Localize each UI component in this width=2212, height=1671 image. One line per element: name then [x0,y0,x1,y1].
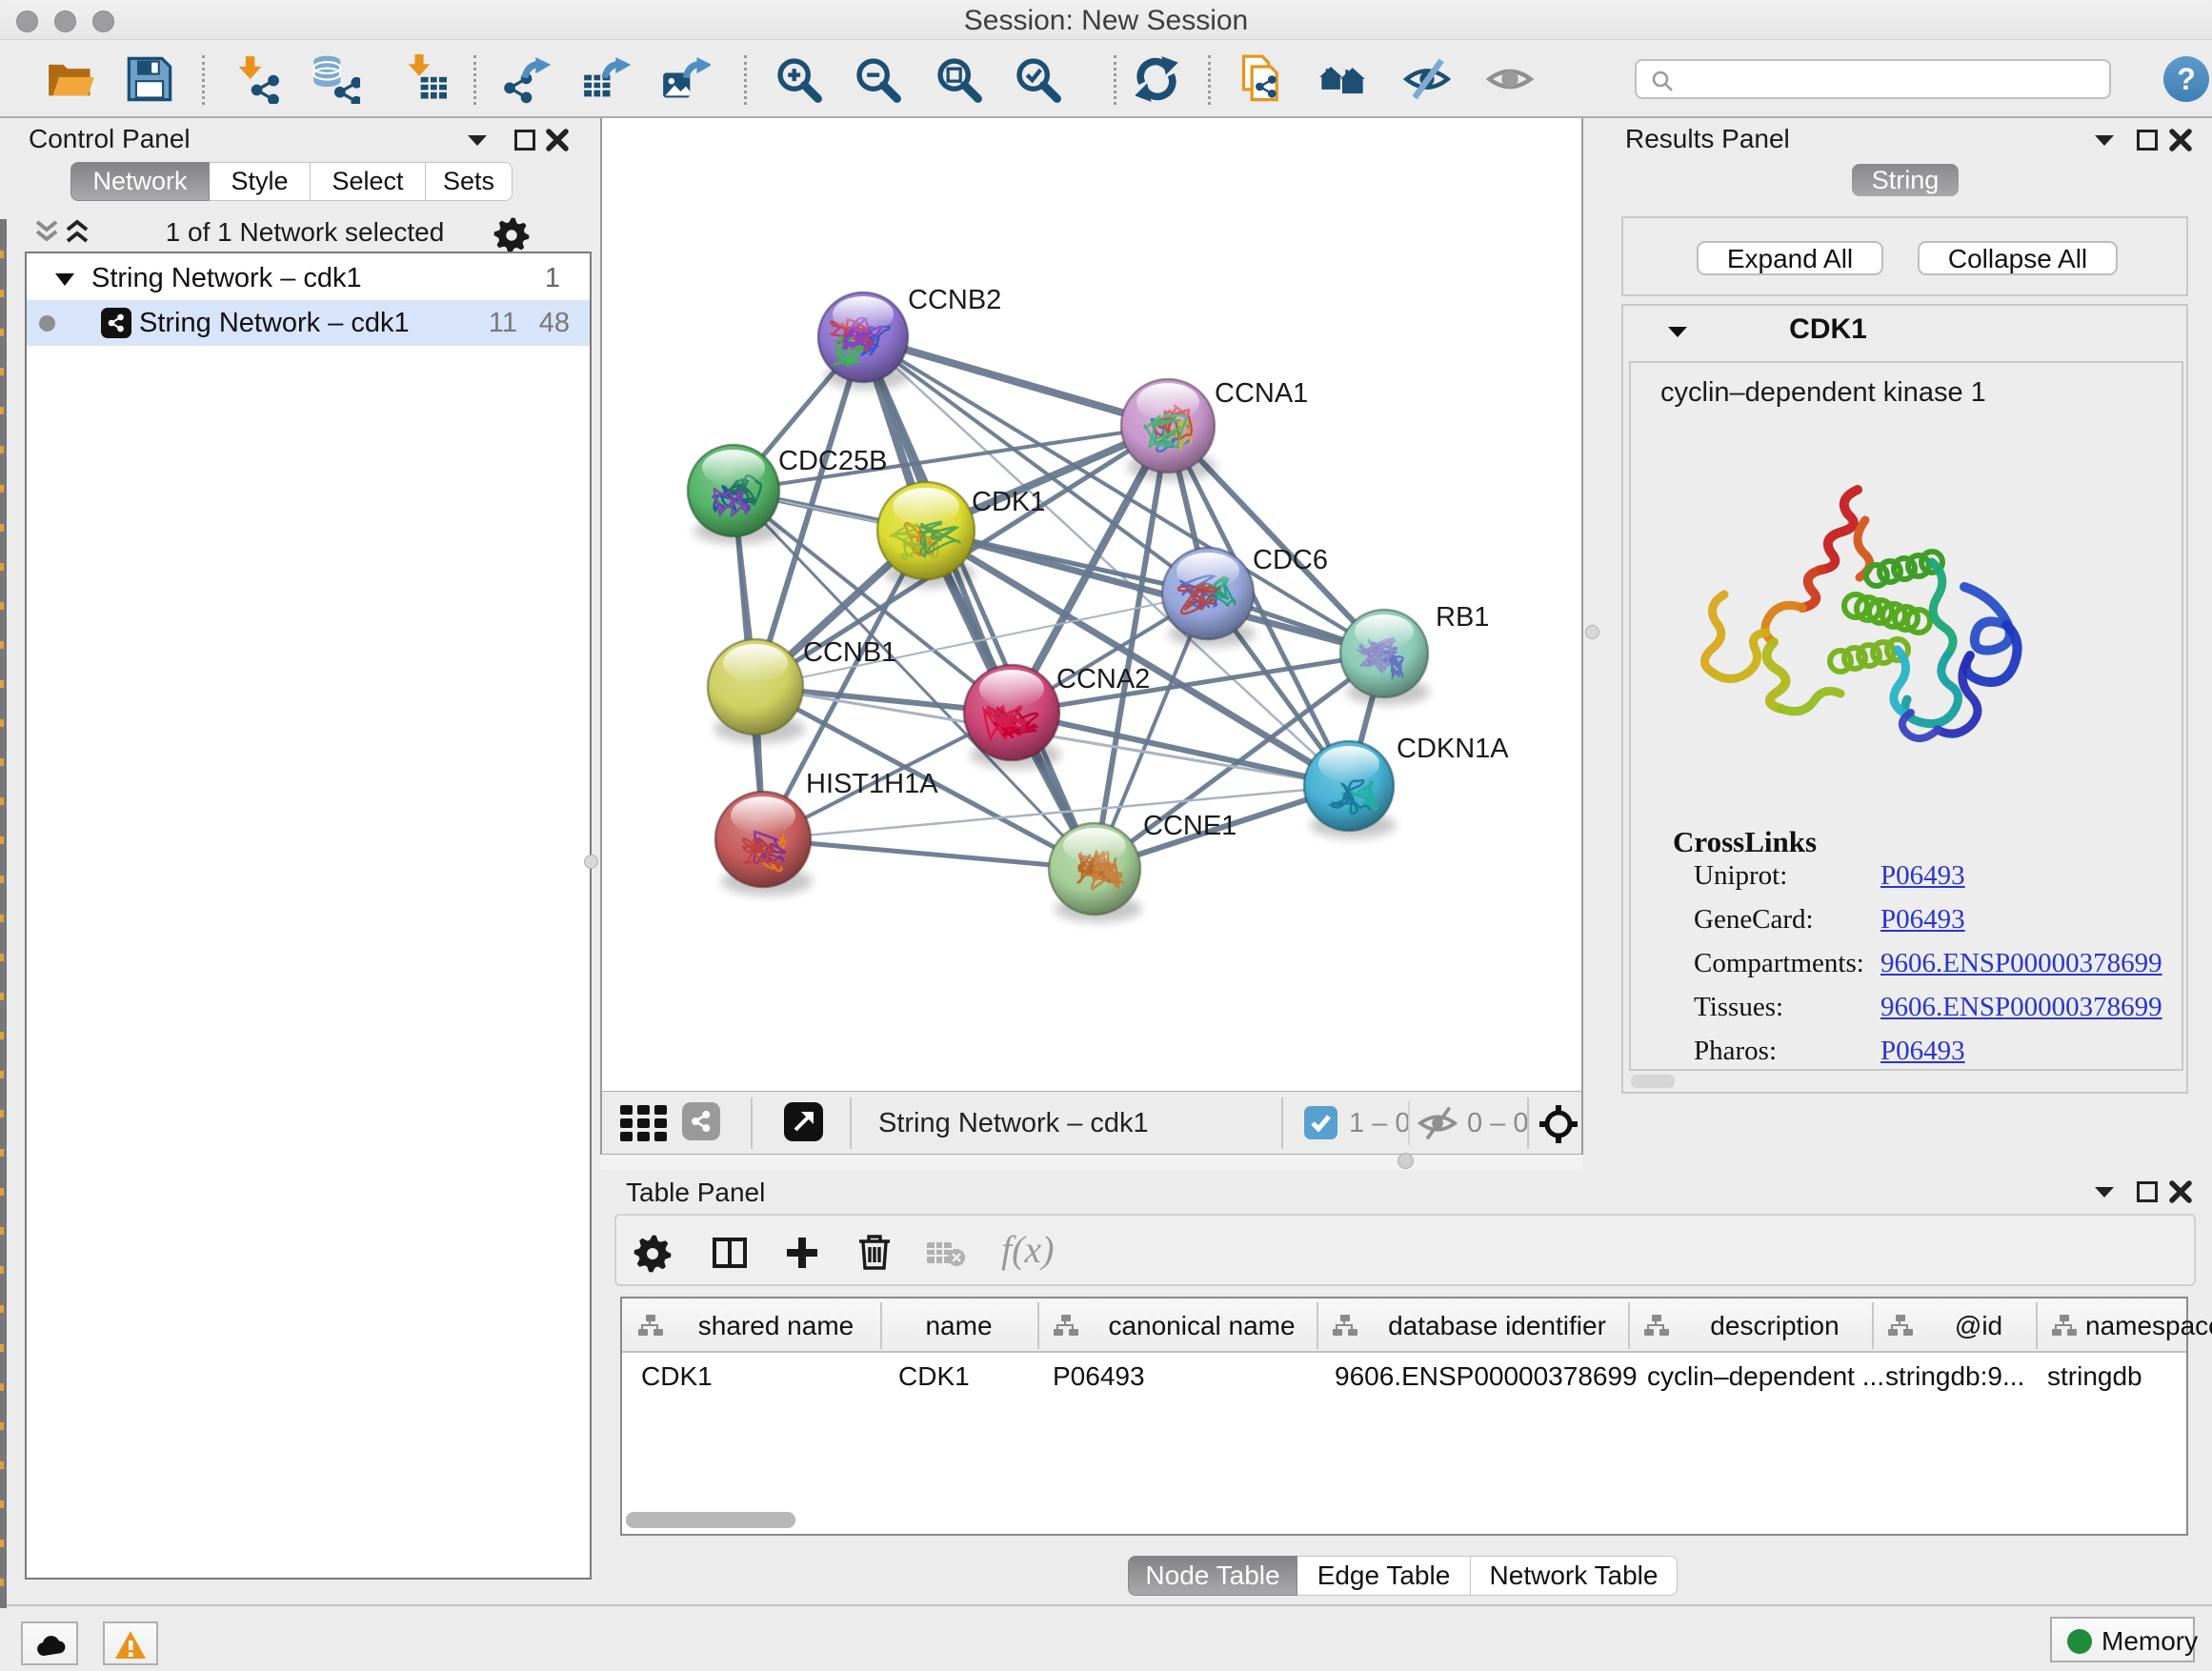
svg-text:CDC25B: CDC25B [778,446,887,476]
svg-text:RB1: RB1 [1436,602,1489,633]
svg-text:CDC6: CDC6 [1253,545,1328,575]
svg-text:CDK1: CDK1 [972,487,1045,517]
svg-text:HIST1H1A: HIST1H1A [806,769,938,799]
svg-text:CCNA1: CCNA1 [1215,378,1308,409]
svg-text:CCNB1: CCNB1 [803,637,896,668]
svg-text:CCNE1: CCNE1 [1143,811,1237,841]
svg-text:CDKN1A: CDKN1A [1397,734,1509,764]
svg-text:CCNB2: CCNB2 [908,285,1001,315]
svg-text:CCNA2: CCNA2 [1056,664,1150,695]
